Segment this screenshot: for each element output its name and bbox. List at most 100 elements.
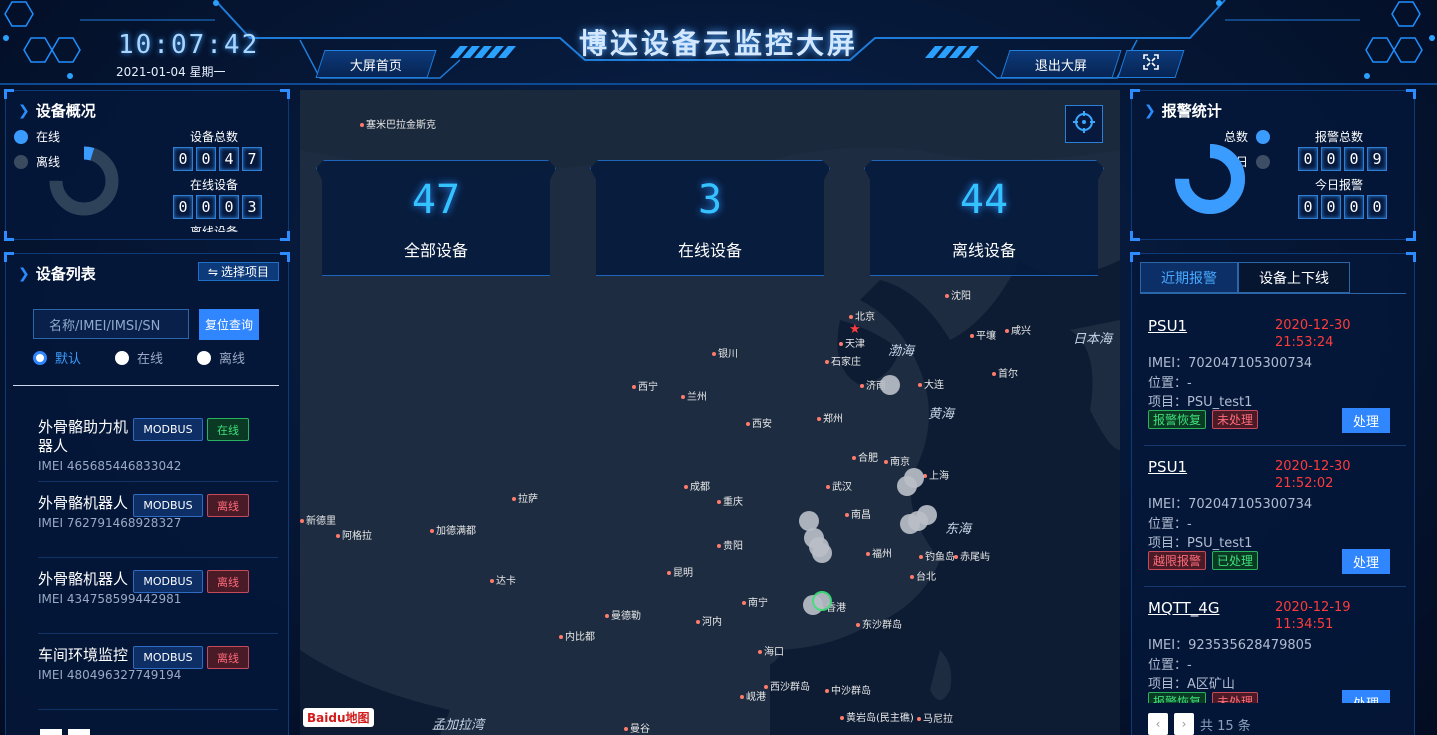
- device-list-item[interactable]: 外骨骼助力机器人 IMEI 465685446833042 MODBUS 在线: [38, 418, 268, 473]
- alarm-type-badge: 报警恢复: [1148, 692, 1207, 703]
- city-label: 曼德勒: [605, 607, 641, 622]
- chevron-right-icon: ❯: [18, 102, 30, 119]
- alarm-device-name[interactable]: MQTT_4G: [1148, 599, 1219, 617]
- alarm-total-counter: 0009: [1298, 147, 1387, 171]
- alarm-time: 2020-12-30 21:53:24: [1275, 318, 1351, 350]
- device-marker[interactable]: [900, 514, 920, 534]
- radio-default[interactable]: 默认: [33, 348, 115, 367]
- city-label: 南昌: [845, 506, 871, 521]
- page-title: 博达设备云监控大屏: [578, 27, 858, 60]
- device-list-item[interactable]: 外骨骼机器人 IMEI 762791468928327 MODBUS 离线: [38, 494, 268, 530]
- city-label: 重庆: [717, 493, 743, 508]
- sea-label: 日本海: [1073, 332, 1113, 347]
- clock-date: 2021-01-04 星期一: [116, 65, 226, 79]
- city-label: 昆明: [667, 564, 693, 579]
- overview-title: ❯ 设备概况: [18, 100, 96, 121]
- device-overview-panel: ❯ 设备概况 在线 离线 设备总数 0047 在线设备 0003 离线设备: [4, 89, 290, 241]
- counter-digit: 0: [1298, 147, 1318, 171]
- tab-recent-alarms[interactable]: 近期报警: [1140, 262, 1238, 293]
- donut-value-arc: [1175, 144, 1245, 214]
- device-marker-online[interactable]: [812, 591, 832, 611]
- city-label: 马尼拉: [917, 710, 953, 725]
- city-label: 钓鱼岛: [919, 548, 955, 563]
- city-label: 塞米巴拉金斯克: [360, 116, 436, 131]
- alarm-tabs: 近期报警 设备上下线: [1140, 262, 1350, 293]
- device-list-title-text: 设备列表: [35, 265, 96, 283]
- tab-device-online[interactable]: 设备上下线: [1238, 262, 1350, 293]
- device-name: 外骨骼机器人: [38, 570, 129, 588]
- pager-prev-button[interactable]: [40, 729, 62, 735]
- alarm-item: PSU1 2020-12-30 21:52:02 IMEI：7020471053…: [1148, 458, 1398, 593]
- device-imei: IMEI 434758599442981: [38, 592, 182, 606]
- radio-online-label: 在线: [137, 352, 164, 367]
- alarm-donut-chart: [1175, 144, 1245, 214]
- select-project-label: 选择项目: [221, 265, 270, 279]
- city-label: 加德满都: [430, 522, 476, 537]
- stat-value: 3: [697, 177, 723, 223]
- alarm-device-name[interactable]: PSU1: [1148, 317, 1187, 335]
- device-list-item[interactable]: 车间环境监控 IMEI 480496327749194 MODBUS 离线: [38, 646, 268, 682]
- counter-digit: 0: [1321, 147, 1341, 171]
- radio-checked-icon: [33, 350, 47, 365]
- online-dot-icon: [14, 129, 28, 144]
- search-placeholder: 名称/IMEI/IMSI/SN: [49, 318, 161, 334]
- counter-digit: 7: [242, 147, 262, 171]
- stat-value: 47: [411, 177, 461, 223]
- radio-online[interactable]: 在线: [115, 348, 197, 367]
- city-label: 赤尾屿: [954, 548, 990, 563]
- offline-devices-label: 离线设备: [189, 225, 238, 232]
- status-badge: 离线: [207, 646, 249, 669]
- sea-label: 东海: [945, 522, 972, 537]
- city-label: 西宁: [632, 378, 658, 393]
- device-marker[interactable]: [880, 375, 900, 395]
- radio-offline[interactable]: 离线: [197, 348, 279, 367]
- device-list-title: ❯ 设备列表: [18, 263, 96, 284]
- total-dot-icon: [1256, 129, 1271, 144]
- reset-query-button[interactable]: 复位查询: [199, 309, 259, 340]
- pager-next-button[interactable]: [68, 729, 90, 735]
- device-marker[interactable]: [812, 543, 832, 563]
- city-label: 东沙群岛: [856, 616, 902, 631]
- alarm-device-name[interactable]: PSU1: [1148, 458, 1187, 476]
- home-button-label: 大屏首页: [349, 58, 402, 74]
- device-search-input[interactable]: 名称/IMEI/IMSI/SN: [33, 309, 189, 339]
- handle-alarm-button[interactable]: 处理: [1342, 408, 1390, 433]
- chevron-right-icon: ❯: [1144, 102, 1156, 119]
- counter-digit: 0: [1321, 195, 1341, 219]
- fullscreen-button[interactable]: [1117, 50, 1185, 78]
- device-list-item[interactable]: 外骨骼机器人 IMEI 434758599442981 MODBUS 离线: [38, 570, 268, 606]
- item-separator: [38, 709, 278, 710]
- device-marker[interactable]: [897, 476, 917, 496]
- alarm-location: 位置：-: [1148, 376, 1192, 391]
- total-devices-counter: 0047: [173, 147, 262, 171]
- handle-alarm-button[interactable]: 处理: [1342, 690, 1390, 703]
- alarm-state-badge: 未处理: [1212, 692, 1259, 703]
- handle-alarm-button[interactable]: 处理: [1342, 549, 1390, 574]
- city-label: 郑州: [817, 410, 843, 425]
- tab-underline: [1140, 293, 1406, 294]
- overview-donut-chart: [49, 146, 119, 216]
- alarm-project: 项目：PSU_test1: [1148, 536, 1253, 551]
- pager-next-button[interactable]: ›: [1174, 713, 1194, 735]
- city-label: 新德里: [300, 512, 336, 527]
- home-button[interactable]: 大屏首页: [315, 50, 437, 78]
- device-map[interactable]: 塞米巴拉金斯克 北京 天津 石家庄 沈阳 大连 济南 郑州 西安 兰州 西宁 银…: [300, 90, 1120, 735]
- city-label: 合肥: [852, 449, 878, 464]
- city-label: 北京: [849, 308, 875, 323]
- alarm-imei: IMEI：702047105300734: [1148, 356, 1313, 371]
- baidu-map-logo: Baidu地图: [303, 708, 374, 727]
- protocol-tag: MODBUS: [133, 646, 203, 669]
- select-project-button[interactable]: ⇋ 选择项目: [198, 262, 279, 281]
- item-separator: [38, 633, 278, 634]
- alarm-location: 位置：-: [1148, 517, 1192, 532]
- counter-digit: 0: [1298, 195, 1318, 219]
- fullscreen-icon: [1143, 54, 1159, 74]
- alarm-state-badge: 已处理: [1212, 551, 1259, 570]
- pager-prev-button[interactable]: ‹: [1148, 713, 1168, 735]
- exit-fullscreen-button[interactable]: 退出大屏: [1000, 50, 1122, 78]
- radio-default-label: 默认: [55, 352, 82, 367]
- city-label: 岘港: [740, 688, 766, 703]
- status-badge: 离线: [207, 570, 249, 593]
- locate-button[interactable]: [1065, 105, 1103, 143]
- overview-title-text: 设备概况: [35, 102, 96, 120]
